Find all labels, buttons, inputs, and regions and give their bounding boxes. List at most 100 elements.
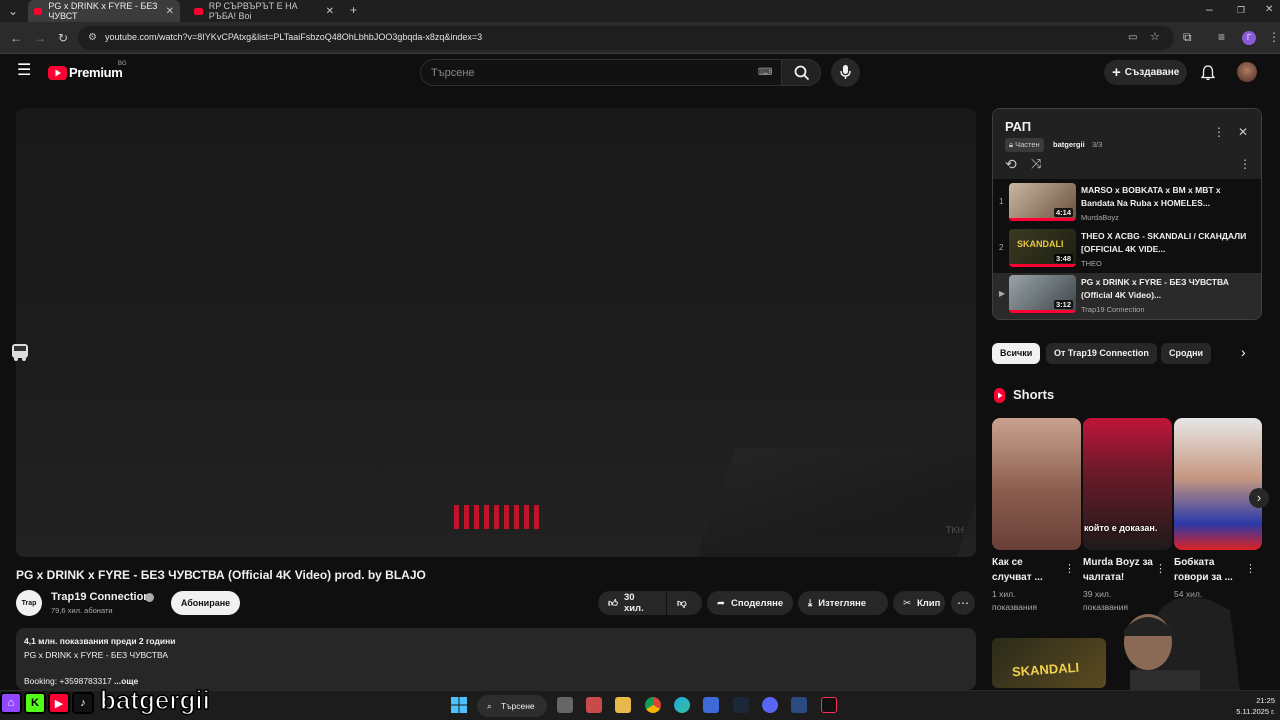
back-icon[interactable]: ← bbox=[10, 32, 22, 44]
chip-all[interactable]: Всички bbox=[992, 343, 1041, 364]
hamburger-menu-icon[interactable]: ☰ bbox=[17, 63, 31, 79]
minimize-icon[interactable]: – bbox=[1206, 3, 1213, 15]
subscribe-button[interactable]: Абониране bbox=[171, 591, 240, 615]
browser-tab[interactable]: RP СЪРВЪРЪТ Е НА РЪБА! Воі ✕ bbox=[188, 0, 340, 22]
url-text: youtube.com/watch?v=8IYKvCPAtxg&list=PLT… bbox=[105, 32, 483, 42]
reload-icon[interactable]: ↻ bbox=[58, 32, 68, 44]
tab-title: PG x DRINK x FYRE - БЕЗ ЧУВСТ bbox=[48, 1, 158, 21]
video-title: PG x DRINK x FYRE - БЕЗ ЧУВСТВА (Officia… bbox=[16, 568, 426, 582]
playlist-item-current[interactable]: ▶ 3:12 PG x DRINK x FYRE - БЕЗ ЧУВСТВА (… bbox=[993, 273, 1261, 319]
playlist-owner[interactable]: batgergii bbox=[1053, 140, 1085, 149]
chrome-icon[interactable] bbox=[645, 697, 661, 713]
dislike-button[interactable]: 👎︎ bbox=[667, 591, 702, 615]
short-menu-icon[interactable]: ⋮ bbox=[1245, 562, 1256, 575]
share-button[interactable]: ➦ Споделяне bbox=[707, 591, 793, 615]
search-button[interactable] bbox=[781, 59, 821, 86]
short-menu-icon[interactable]: ⋮ bbox=[1155, 562, 1166, 575]
short-thumbnail[interactable] bbox=[1174, 418, 1262, 550]
view-count-date: 4,1 млн. показвания преди 2 години bbox=[24, 636, 176, 646]
scissors-icon: ✂ bbox=[903, 597, 911, 609]
youtube-icon: ▶ bbox=[48, 692, 70, 714]
more-actions-button[interactable]: ⋯ bbox=[951, 591, 975, 615]
playlist-header: РАП 🔒︎ Частен batgergii 3/3 ⋮ ✕ ⟲ ⤨ ⋮ bbox=[993, 109, 1261, 179]
chip-related[interactable]: Сродни bbox=[1161, 343, 1212, 364]
close-playlist-icon[interactable]: ✕ bbox=[1238, 126, 1248, 138]
region-code: BG bbox=[118, 61, 127, 67]
playlist-item[interactable]: 1 4:14 MARSO x BOBKATA x BM x MBT x Band… bbox=[993, 181, 1261, 227]
playlist-options-icon[interactable]: ⋮ bbox=[1239, 158, 1251, 170]
plus-icon: + bbox=[1112, 63, 1121, 81]
description-line: PG x DRINK x FYRE - БЕЗ ЧУВСТВА bbox=[24, 650, 169, 660]
playlist-title[interactable]: РАП bbox=[1005, 119, 1031, 134]
loop-icon[interactable]: ⟲ bbox=[1005, 157, 1017, 171]
playlist-menu-icon[interactable]: ⋮ bbox=[1213, 126, 1225, 138]
youtube-favicon-icon bbox=[194, 7, 203, 15]
video-duration: 4:14 bbox=[1053, 208, 1073, 217]
short-title[interactable]: Как се случват ... bbox=[992, 555, 1062, 585]
shuffle-icon[interactable]: ⤨ bbox=[1031, 157, 1041, 170]
tab-search-icon[interactable]: ⌄ bbox=[8, 5, 18, 17]
playlist-item[interactable]: 2 SKANDALI 3:48 THEO X ACBG - SKANDALI /… bbox=[993, 227, 1261, 273]
close-window-icon[interactable]: ✕ bbox=[1265, 4, 1273, 16]
shorts-logo-icon bbox=[994, 388, 1005, 403]
shorts-next-icon[interactable]: › bbox=[1249, 488, 1269, 508]
address-bar[interactable]: ⚙ youtube.com/watch?v=8IYKvCPAtxg&list=P… bbox=[78, 26, 1174, 50]
extensions-icon[interactable]: ⧉ bbox=[1183, 31, 1192, 43]
youtube-logo-icon[interactable] bbox=[48, 66, 67, 80]
tab-strip-icon[interactable]: ≡ bbox=[1218, 31, 1225, 43]
more-horizontal-icon: ⋯ bbox=[957, 596, 969, 610]
new-tab-icon[interactable]: + bbox=[350, 4, 357, 16]
chip-from-channel[interactable]: От Trap19 Connection bbox=[1046, 343, 1157, 364]
bookmark-star-icon[interactable]: ☆ bbox=[1150, 31, 1160, 43]
thumbs-up-icon: 👍︎ bbox=[608, 598, 618, 609]
chevron-right-icon[interactable]: › bbox=[1241, 345, 1246, 359]
site-info-icon[interactable]: ⚙ bbox=[88, 32, 97, 44]
social-badges-overlay: ⌂ K ▶ ♪ bbox=[0, 688, 94, 718]
profile-avatar[interactable]: Г bbox=[1242, 31, 1256, 45]
short-menu-icon[interactable]: ⋮ bbox=[1064, 562, 1075, 575]
search-input[interactable]: Търсене ⌨ bbox=[420, 59, 782, 86]
notifications-bell-icon[interactable] bbox=[1201, 65, 1215, 81]
browser-menu-icon[interactable]: ⋮ bbox=[1268, 31, 1280, 43]
tab-title: RP СЪРВЪРЪТ Е НА РЪБА! Воі bbox=[208, 1, 298, 21]
browser-tab-active[interactable]: PG x DRINK x FYRE - БЕЗ ЧУВСТ ✕ bbox=[28, 0, 180, 22]
video-watermark: TKH bbox=[946, 525, 964, 535]
video-player[interactable]: TKH bbox=[16, 108, 976, 557]
taskbar-search[interactable]: ⌕ Търсене bbox=[477, 695, 547, 717]
download-button[interactable]: ⤓ Изтегляне bbox=[798, 591, 888, 615]
discord-icon[interactable] bbox=[762, 697, 778, 713]
tiktok-icon: ♪ bbox=[72, 692, 94, 714]
download-label: Изтегляне bbox=[818, 597, 867, 609]
channel-avatar[interactable]: Trap bbox=[16, 590, 42, 616]
twitch-icon: ⌂ bbox=[0, 692, 22, 714]
store-icon[interactable] bbox=[703, 697, 719, 713]
forward-icon[interactable]: → bbox=[34, 32, 46, 44]
maximize-icon[interactable]: ❐ bbox=[1237, 4, 1245, 16]
voice-search-button[interactable] bbox=[831, 58, 860, 87]
tiktok-icon[interactable] bbox=[821, 697, 837, 713]
steam-icon[interactable] bbox=[733, 697, 749, 713]
edge-icon[interactable] bbox=[674, 697, 690, 713]
app-icon[interactable] bbox=[586, 697, 602, 713]
keyboard-icon[interactable]: ⌨ bbox=[758, 67, 772, 79]
cast-icon[interactable]: ▭ bbox=[1128, 32, 1137, 44]
short-title[interactable]: Murda Boyz за чалгата! bbox=[1083, 555, 1153, 585]
playlist-item-title: PG x DRINK x FYRE - БЕЗ ЧУВСТВА (Officia… bbox=[1081, 277, 1229, 300]
close-tab-icon[interactable]: ✕ bbox=[326, 6, 334, 17]
clip-button[interactable]: ✂ Клип bbox=[893, 591, 945, 615]
create-button[interactable]: + Създаване bbox=[1104, 60, 1187, 85]
file-explorer-icon[interactable] bbox=[615, 697, 631, 713]
app-icon[interactable] bbox=[791, 697, 807, 713]
related-video-thumbnail[interactable]: SKANDALI bbox=[992, 638, 1106, 688]
short-title[interactable]: Бобката говори за ... bbox=[1174, 555, 1244, 585]
account-avatar[interactable] bbox=[1237, 62, 1257, 82]
short-thumbnail[interactable] bbox=[992, 418, 1081, 550]
windows-start-icon[interactable] bbox=[451, 697, 467, 713]
description-box[interactable]: 4,1 млн. показвания преди 2 години PG x … bbox=[16, 628, 976, 690]
playlist-panel: РАП 🔒︎ Частен batgergii 3/3 ⋮ ✕ ⟲ ⤨ ⋮ 1 … bbox=[992, 108, 1262, 320]
channel-name[interactable]: Trap19 Connection bbox=[51, 591, 150, 603]
like-button[interactable]: 👍︎ 30 хил. bbox=[598, 591, 666, 615]
task-view-icon[interactable] bbox=[557, 697, 573, 713]
clock[interactable]: 21:25 5.11.2025 г. bbox=[1235, 695, 1275, 717]
close-tab-icon[interactable]: ✕ bbox=[166, 6, 174, 17]
